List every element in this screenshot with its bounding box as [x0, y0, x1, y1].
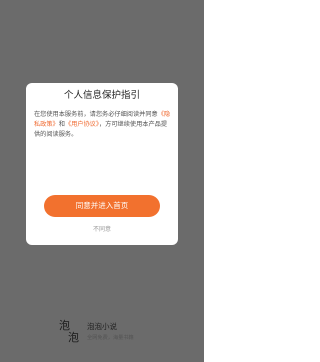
dialog-body: 在您使用本服务前，请您务必仔细阅读并同意《隐私政策》和《用户协议》，方可继续使用… [34, 110, 171, 140]
brand-footer: 泡 泡 泡泡小说 全网免费，海量书籍 [58, 318, 158, 348]
body-text-1: 在您使用本服务前，请您务必仔细阅读并同意 [34, 111, 158, 118]
privacy-dialog: 个人信息保护指引 在您使用本服务前，请您务必仔细阅读并同意《隐私政策》和《用户协… [26, 83, 178, 245]
user-agreement-link[interactable]: 《用户协议》 [65, 121, 99, 128]
agree-and-enter-button[interactable]: 同意并进入首页 [44, 195, 160, 217]
disagree-button[interactable]: 不同意 [26, 226, 178, 234]
app-name: 泡泡小说 [87, 322, 117, 331]
app-logo: 泡 泡 [58, 318, 82, 348]
splash-screen: 个人信息保护指引 在您使用本服务前，请您务必仔细阅读并同意《隐私政策》和《用户协… [0, 0, 204, 362]
app-slogan: 全网免费，海量书籍 [87, 335, 134, 341]
logo-char-2: 泡 [68, 331, 79, 344]
dialog-title: 个人信息保护指引 [63, 90, 140, 101]
